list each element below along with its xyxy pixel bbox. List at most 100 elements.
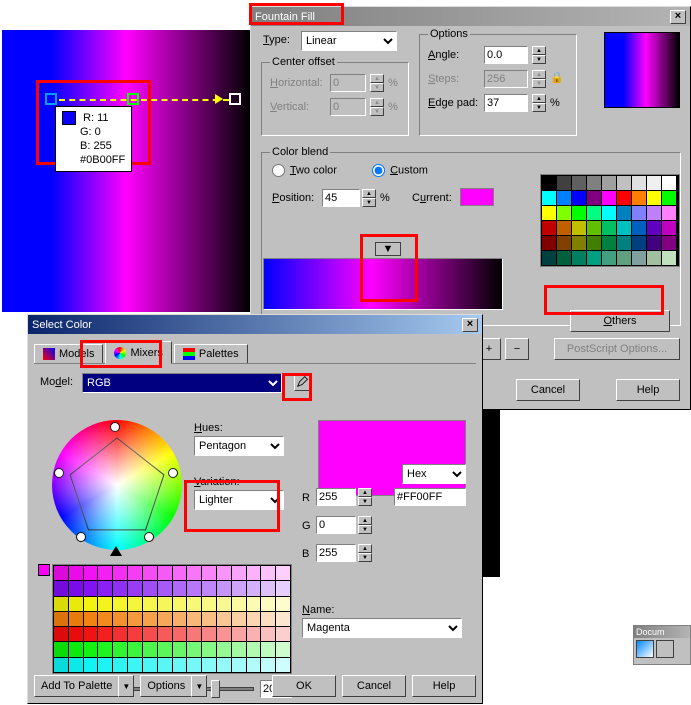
mixer-swatch[interactable] — [143, 566, 157, 580]
type-select[interactable]: Linear — [301, 31, 397, 51]
palette-swatch[interactable] — [602, 221, 616, 235]
selectcolor-titlebar[interactable]: Select Color × — [28, 315, 482, 334]
palette-swatch[interactable] — [662, 191, 676, 205]
wheel-pointer[interactable] — [110, 546, 122, 556]
mixer-swatch[interactable] — [98, 581, 112, 595]
mixer-swatch[interactable] — [158, 627, 172, 641]
mixer-swatch[interactable] — [143, 581, 157, 595]
mixer-swatch[interactable] — [173, 612, 187, 626]
mixer-swatch[interactable] — [187, 658, 201, 672]
add-to-palette-button[interactable]: Add To Palette — [34, 675, 118, 697]
mixer-swatch[interactable] — [113, 612, 127, 626]
mixer-swatch[interactable] — [143, 627, 157, 641]
mixer-swatch[interactable] — [84, 581, 98, 595]
spin-up[interactable]: ▲ — [532, 94, 546, 103]
mixer-swatch[interactable] — [128, 581, 142, 595]
mixer-swatch[interactable] — [217, 566, 231, 580]
palette-swatch[interactable] — [572, 206, 586, 220]
mixer-swatch[interactable] — [158, 612, 172, 626]
mixer-swatch[interactable] — [261, 612, 275, 626]
dropdown-arrow[interactable]: ▼ — [191, 675, 207, 697]
palette-swatch[interactable] — [557, 176, 571, 190]
palette-swatch[interactable] — [557, 206, 571, 220]
docker-panel[interactable]: Docum — [633, 625, 691, 665]
add-to-palette-dropdown[interactable]: Add To Palette ▼ — [34, 675, 134, 697]
mixer-swatch[interactable] — [247, 658, 261, 672]
palette-swatch[interactable] — [557, 221, 571, 235]
palette-swatch[interactable] — [632, 221, 646, 235]
palette-swatch[interactable] — [632, 206, 646, 220]
palette-swatch[interactable] — [572, 191, 586, 205]
hex-mode-select[interactable]: Hex — [402, 464, 466, 484]
mixer-swatch[interactable] — [143, 658, 157, 672]
spin-up[interactable]: ▲ — [358, 488, 372, 497]
dropdown-arrow[interactable]: ▼ — [118, 675, 134, 697]
palette-swatch[interactable] — [602, 206, 616, 220]
palette-swatch[interactable] — [542, 251, 556, 265]
mixer-swatch[interactable] — [187, 566, 201, 580]
mixer-swatch[interactable] — [54, 612, 68, 626]
mixer-swatch[interactable] — [202, 581, 216, 595]
mixer-swatch[interactable] — [84, 642, 98, 656]
mixer-swatch[interactable] — [128, 566, 142, 580]
mixer-swatch[interactable] — [261, 566, 275, 580]
mixer-swatch[interactable] — [54, 658, 68, 672]
mixer-swatch[interactable] — [247, 597, 261, 611]
mixer-swatch[interactable] — [232, 612, 246, 626]
mixer-swatch[interactable] — [217, 612, 231, 626]
spin-down[interactable]: ▼ — [358, 497, 372, 506]
palette-swatch[interactable] — [587, 221, 601, 235]
mixer-swatch[interactable] — [84, 658, 98, 672]
mixer-swatch[interactable] — [187, 581, 201, 595]
b-input[interactable] — [316, 544, 356, 562]
mixer-swatch[interactable] — [128, 627, 142, 641]
palette-swatch[interactable] — [647, 206, 661, 220]
mixer-swatch[interactable] — [173, 581, 187, 595]
options-dropdown[interactable]: Options ▼ — [140, 675, 207, 697]
palette-swatch[interactable] — [572, 251, 586, 265]
mixer-swatch[interactable] — [276, 566, 290, 580]
mixer-swatch[interactable] — [128, 642, 142, 656]
custom-radio-label[interactable]: Custom — [372, 164, 428, 177]
mixer-swatch[interactable] — [98, 597, 112, 611]
hex-input[interactable] — [394, 488, 466, 506]
palette-swatch[interactable] — [617, 236, 631, 250]
mixer-swatch[interactable] — [202, 566, 216, 580]
palette-swatch[interactable] — [587, 236, 601, 250]
twocolor-radio[interactable] — [272, 164, 285, 177]
mixer-swatch[interactable] — [232, 566, 246, 580]
mixer-swatch[interactable] — [261, 642, 275, 656]
mixer-color-grid[interactable] — [52, 564, 292, 674]
mixer-swatch[interactable] — [232, 581, 246, 595]
mixer-swatch[interactable] — [54, 566, 68, 580]
palette-swatch[interactable] — [542, 191, 556, 205]
palette-swatch[interactable] — [572, 221, 586, 235]
mixer-swatch[interactable] — [217, 581, 231, 595]
mixer-swatch[interactable] — [84, 612, 98, 626]
mixer-swatch[interactable] — [69, 581, 83, 595]
palette-swatch[interactable] — [542, 221, 556, 235]
palette-swatch[interactable] — [662, 251, 676, 265]
mixer-swatch[interactable] — [217, 658, 231, 672]
mixer-swatch[interactable] — [247, 612, 261, 626]
palette-swatch[interactable] — [617, 251, 631, 265]
mixer-swatch[interactable] — [202, 612, 216, 626]
current-swatch[interactable] — [460, 188, 494, 206]
mixer-swatch[interactable] — [261, 658, 275, 672]
mixer-swatch[interactable] — [158, 658, 172, 672]
mixer-swatch[interactable] — [113, 581, 127, 595]
tab-mixers[interactable]: Mixers — [105, 341, 171, 364]
mixer-swatch[interactable] — [128, 612, 142, 626]
spin-down[interactable]: ▼ — [362, 198, 376, 207]
palette-swatch[interactable] — [662, 206, 676, 220]
palette-swatch[interactable] — [572, 176, 586, 190]
hues-select[interactable]: Pentagon — [194, 436, 284, 456]
mixer-swatch[interactable] — [217, 627, 231, 641]
mixer-swatch[interactable] — [143, 597, 157, 611]
mixer-swatch[interactable] — [54, 642, 68, 656]
palette-swatch[interactable] — [647, 176, 661, 190]
gradient-start-node[interactable] — [45, 93, 57, 105]
close-icon[interactable]: × — [462, 318, 478, 332]
palette-swatch[interactable] — [632, 236, 646, 250]
palette-swatch[interactable] — [662, 236, 676, 250]
